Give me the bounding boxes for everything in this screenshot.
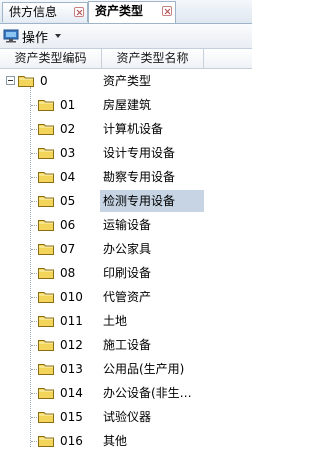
folder-icon [38, 146, 54, 159]
asset-type-name: 运输设备 [103, 218, 152, 232]
tab-asset-type[interactable]: 资产类型 [88, 1, 176, 23]
folder-icon [18, 74, 34, 87]
asset-type-name: 代管资产 [103, 290, 152, 304]
asset-type-name: 设计专用设备 [103, 146, 176, 160]
folder-icon [38, 410, 54, 423]
tree-row[interactable]: 010 代管资产 [0, 285, 252, 309]
asset-type-code: 04 [60, 170, 76, 184]
folder-icon [38, 386, 54, 399]
folder-icon [38, 338, 54, 351]
close-icon[interactable] [162, 6, 172, 16]
tree-row[interactable]: 06 运输设备 [0, 213, 252, 237]
folder-icon [38, 122, 54, 135]
tree-row[interactable]: 08 印刷设备 [0, 261, 252, 285]
tree-row[interactable]: 012 施工设备 [0, 333, 252, 357]
asset-type-name: 施工设备 [103, 338, 152, 352]
folder-icon [38, 362, 54, 375]
grid-header: 资产类型编码 资产类型名称 [0, 49, 252, 69]
asset-type-name: 资产类型 [103, 74, 152, 88]
asset-type-name: 土地 [103, 314, 128, 328]
folder-icon [38, 314, 54, 327]
asset-type-name: 房屋建筑 [103, 98, 152, 112]
folder-icon [38, 290, 54, 303]
asset-type-code: 010 [60, 290, 83, 304]
folder-icon [38, 266, 54, 279]
asset-type-name: 其他 [103, 434, 128, 448]
operate-menu-button[interactable]: 操作 [3, 27, 62, 46]
asset-type-name: 检测专用设备 [103, 194, 176, 208]
asset-type-code: 08 [60, 266, 76, 280]
asset-type-code: 06 [60, 218, 76, 232]
close-icon[interactable] [74, 7, 84, 17]
toolbar: 操作 [0, 24, 252, 49]
tab-label: 资产类型 [95, 4, 144, 18]
asset-type-code: 011 [60, 314, 83, 328]
operate-label: 操作 [22, 30, 49, 46]
monitor-icon [3, 29, 19, 43]
tree-row[interactable]: 011 土地 [0, 309, 252, 333]
tree-row[interactable]: 07 办公家具 [0, 237, 252, 261]
asset-type-code: 07 [60, 242, 76, 256]
tree-row[interactable]: 01 房屋建筑 [0, 93, 252, 117]
asset-type-code: 05 [60, 194, 76, 208]
asset-type-code: 013 [60, 362, 83, 376]
tree-row[interactable]: 013 公用品(生产用) [0, 357, 252, 381]
column-header-name[interactable]: 资产类型名称 [102, 49, 204, 68]
asset-type-code: 016 [60, 434, 83, 448]
tree-row[interactable]: 02 计算机设备 [0, 117, 252, 141]
tree-row[interactable]: 0 资产类型 [0, 69, 252, 93]
tab-bar: 供方信息 资产类型 [0, 0, 252, 24]
asset-type-name: 计算机设备 [103, 122, 164, 136]
folder-icon [38, 98, 54, 111]
tree-row[interactable]: 014 办公设备(非生… [0, 381, 252, 405]
tab-label: 供方信息 [9, 5, 58, 19]
chevron-down-icon [55, 34, 62, 38]
column-header-code[interactable]: 资产类型编码 [0, 49, 102, 68]
asset-type-name: 印刷设备 [103, 266, 152, 280]
folder-icon [38, 218, 54, 231]
tree-row[interactable]: 03 设计专用设备 [0, 141, 252, 165]
tree-row[interactable]: 015 试验仪器 [0, 405, 252, 429]
asset-type-name: 办公家具 [103, 242, 152, 256]
asset-type-name: 勘察专用设备 [103, 170, 176, 184]
tree-row[interactable]: 016 其他 [0, 429, 252, 453]
asset-type-code: 012 [60, 338, 83, 352]
folder-icon [38, 170, 54, 183]
asset-type-code: 014 [60, 386, 83, 400]
asset-type-name: 试验仪器 [103, 410, 152, 424]
folder-icon [38, 194, 54, 207]
collapse-icon[interactable] [6, 76, 15, 85]
asset-type-name: 办公设备(非生… [103, 386, 192, 400]
asset-type-code: 0 [40, 74, 48, 88]
tree-row[interactable]: 05 检测专用设备 [0, 189, 252, 213]
asset-type-name: 公用品(生产用) [103, 362, 185, 376]
folder-icon [38, 434, 54, 447]
asset-type-code: 015 [60, 410, 83, 424]
tree-row[interactable]: 04 勘察专用设备 [0, 165, 252, 189]
asset-type-code: 03 [60, 146, 76, 160]
asset-type-code: 02 [60, 122, 76, 136]
folder-icon [38, 242, 54, 255]
tab-supplier-info[interactable]: 供方信息 [2, 2, 88, 22]
asset-type-code: 01 [60, 98, 76, 112]
